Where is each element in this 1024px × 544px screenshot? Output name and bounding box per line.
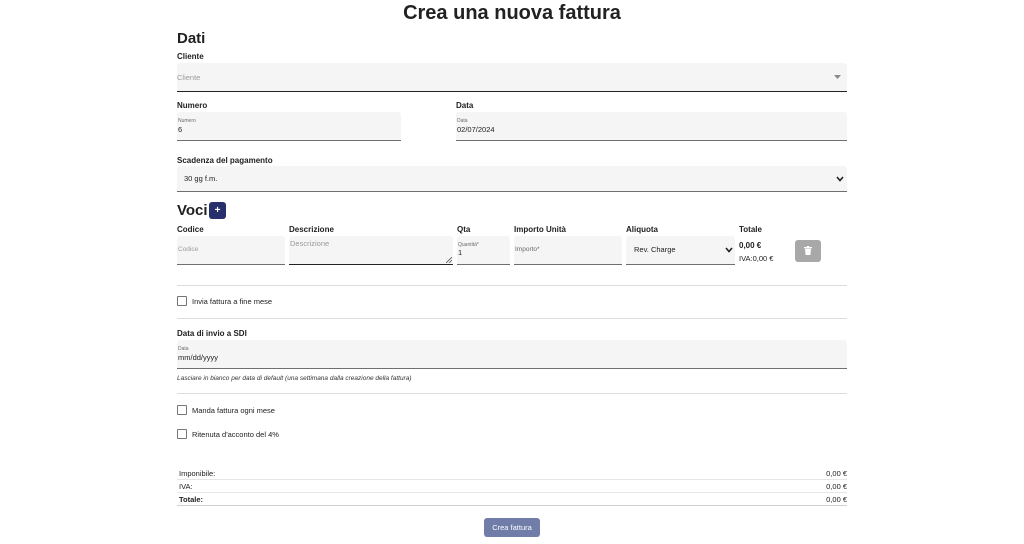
riga-iva: IVA:0,00 € — [739, 254, 774, 263]
sdi-placeholder: mm/dd/yyyy — [178, 353, 219, 362]
manda-ogni-mese-checkbox[interactable] — [177, 405, 187, 415]
delete-voce-button[interactable] — [795, 240, 821, 262]
data-label: Data — [456, 101, 474, 110]
scadenza-select[interactable]: 30 gg f.m. — [177, 166, 847, 192]
totale-row: Totale: 0,00 € — [177, 494, 847, 506]
sdi-float-label: Data — [178, 346, 189, 352]
chevron-down-icon — [836, 176, 844, 182]
cliente-placeholder: Cliente — [177, 73, 201, 82]
imponibile-row: Imponibile: 0,00 € — [177, 468, 847, 480]
crea-fattura-button[interactable]: Crea fattura — [484, 518, 540, 537]
numero-float-label: Numero — [178, 118, 196, 124]
caret-down-icon — [834, 75, 841, 79]
divider — [177, 318, 847, 319]
aliquota-select[interactable]: Rev. Charge — [626, 236, 735, 265]
add-voce-button[interactable]: + — [209, 202, 226, 219]
ritenuta-label: Ritenuta d'acconto del 4% — [192, 430, 279, 439]
page-title: Crea una nuova fattura — [403, 2, 621, 24]
ritenuta-checkbox[interactable] — [177, 429, 187, 439]
imponibile-value: 0,00 € — [826, 469, 847, 478]
totale-label: Totale: — [179, 495, 204, 504]
col-totale-header: Totale — [739, 225, 762, 234]
data-value: 02/07/2024 — [457, 125, 495, 134]
imponibile-label: Imponibile: — [179, 469, 216, 478]
iva-row: IVA: 0,00 € — [177, 481, 847, 493]
numero-value: 6 — [178, 125, 183, 134]
sdi-label: Data di invio a SDI — [177, 329, 247, 338]
dati-heading: Dati — [177, 30, 206, 47]
invia-fine-mese-checkbox[interactable] — [177, 296, 187, 306]
divider — [177, 393, 847, 394]
resize-handle-icon[interactable] — [446, 257, 452, 263]
quantita-input[interactable]: Quantità* 1 — [457, 236, 510, 265]
col-qta-header: Qta — [457, 225, 471, 234]
data-input[interactable]: Data 02/07/2024 — [456, 112, 847, 141]
totale-value: 0,00 € — [826, 495, 847, 504]
aliquota-value: Rev. Charge — [634, 245, 676, 254]
cliente-select[interactable]: Cliente — [177, 63, 847, 92]
chevron-down-icon — [725, 247, 733, 253]
sdi-date-input[interactable]: Data mm/dd/yyyy — [177, 340, 847, 369]
iva-label: IVA: — [179, 482, 193, 491]
col-descrizione-header: Descrizione — [289, 225, 334, 234]
iva-value: 0,00 € — [826, 482, 847, 491]
importo-placeholder: Importo* — [515, 246, 540, 253]
voci-heading: Voci — [177, 202, 208, 219]
codice-placeholder: Codice — [178, 246, 199, 253]
codice-input[interactable]: Codice — [177, 236, 285, 265]
col-aliquota-header: Aliquota — [626, 225, 658, 234]
cliente-label: Cliente — [177, 52, 204, 61]
trash-icon — [804, 246, 812, 255]
scadenza-value: 30 gg f.m. — [184, 174, 218, 183]
col-importo-header: Importo Unità — [514, 225, 566, 234]
data-float-label: Data — [457, 118, 468, 124]
numero-input[interactable]: Numero 6 — [177, 112, 401, 141]
importo-input[interactable]: Importo* — [514, 236, 622, 265]
sdi-hint: Lasciare in bianco per data di default (… — [177, 375, 412, 382]
quantita-value: 1 — [458, 248, 463, 257]
riga-totale: 0,00 € — [739, 241, 762, 250]
divider — [177, 285, 847, 286]
descrizione-placeholder: Descrizione — [290, 239, 330, 248]
descrizione-textarea[interactable]: Descrizione — [289, 236, 453, 265]
manda-ogni-mese-label: Manda fattura ogni mese — [192, 406, 275, 415]
invia-fine-mese-label: Invia fattura a fine mese — [192, 297, 273, 306]
scadenza-label: Scadenza del pagamento — [177, 156, 273, 165]
col-codice-header: Codice — [177, 225, 204, 234]
numero-label: Numero — [177, 101, 208, 110]
